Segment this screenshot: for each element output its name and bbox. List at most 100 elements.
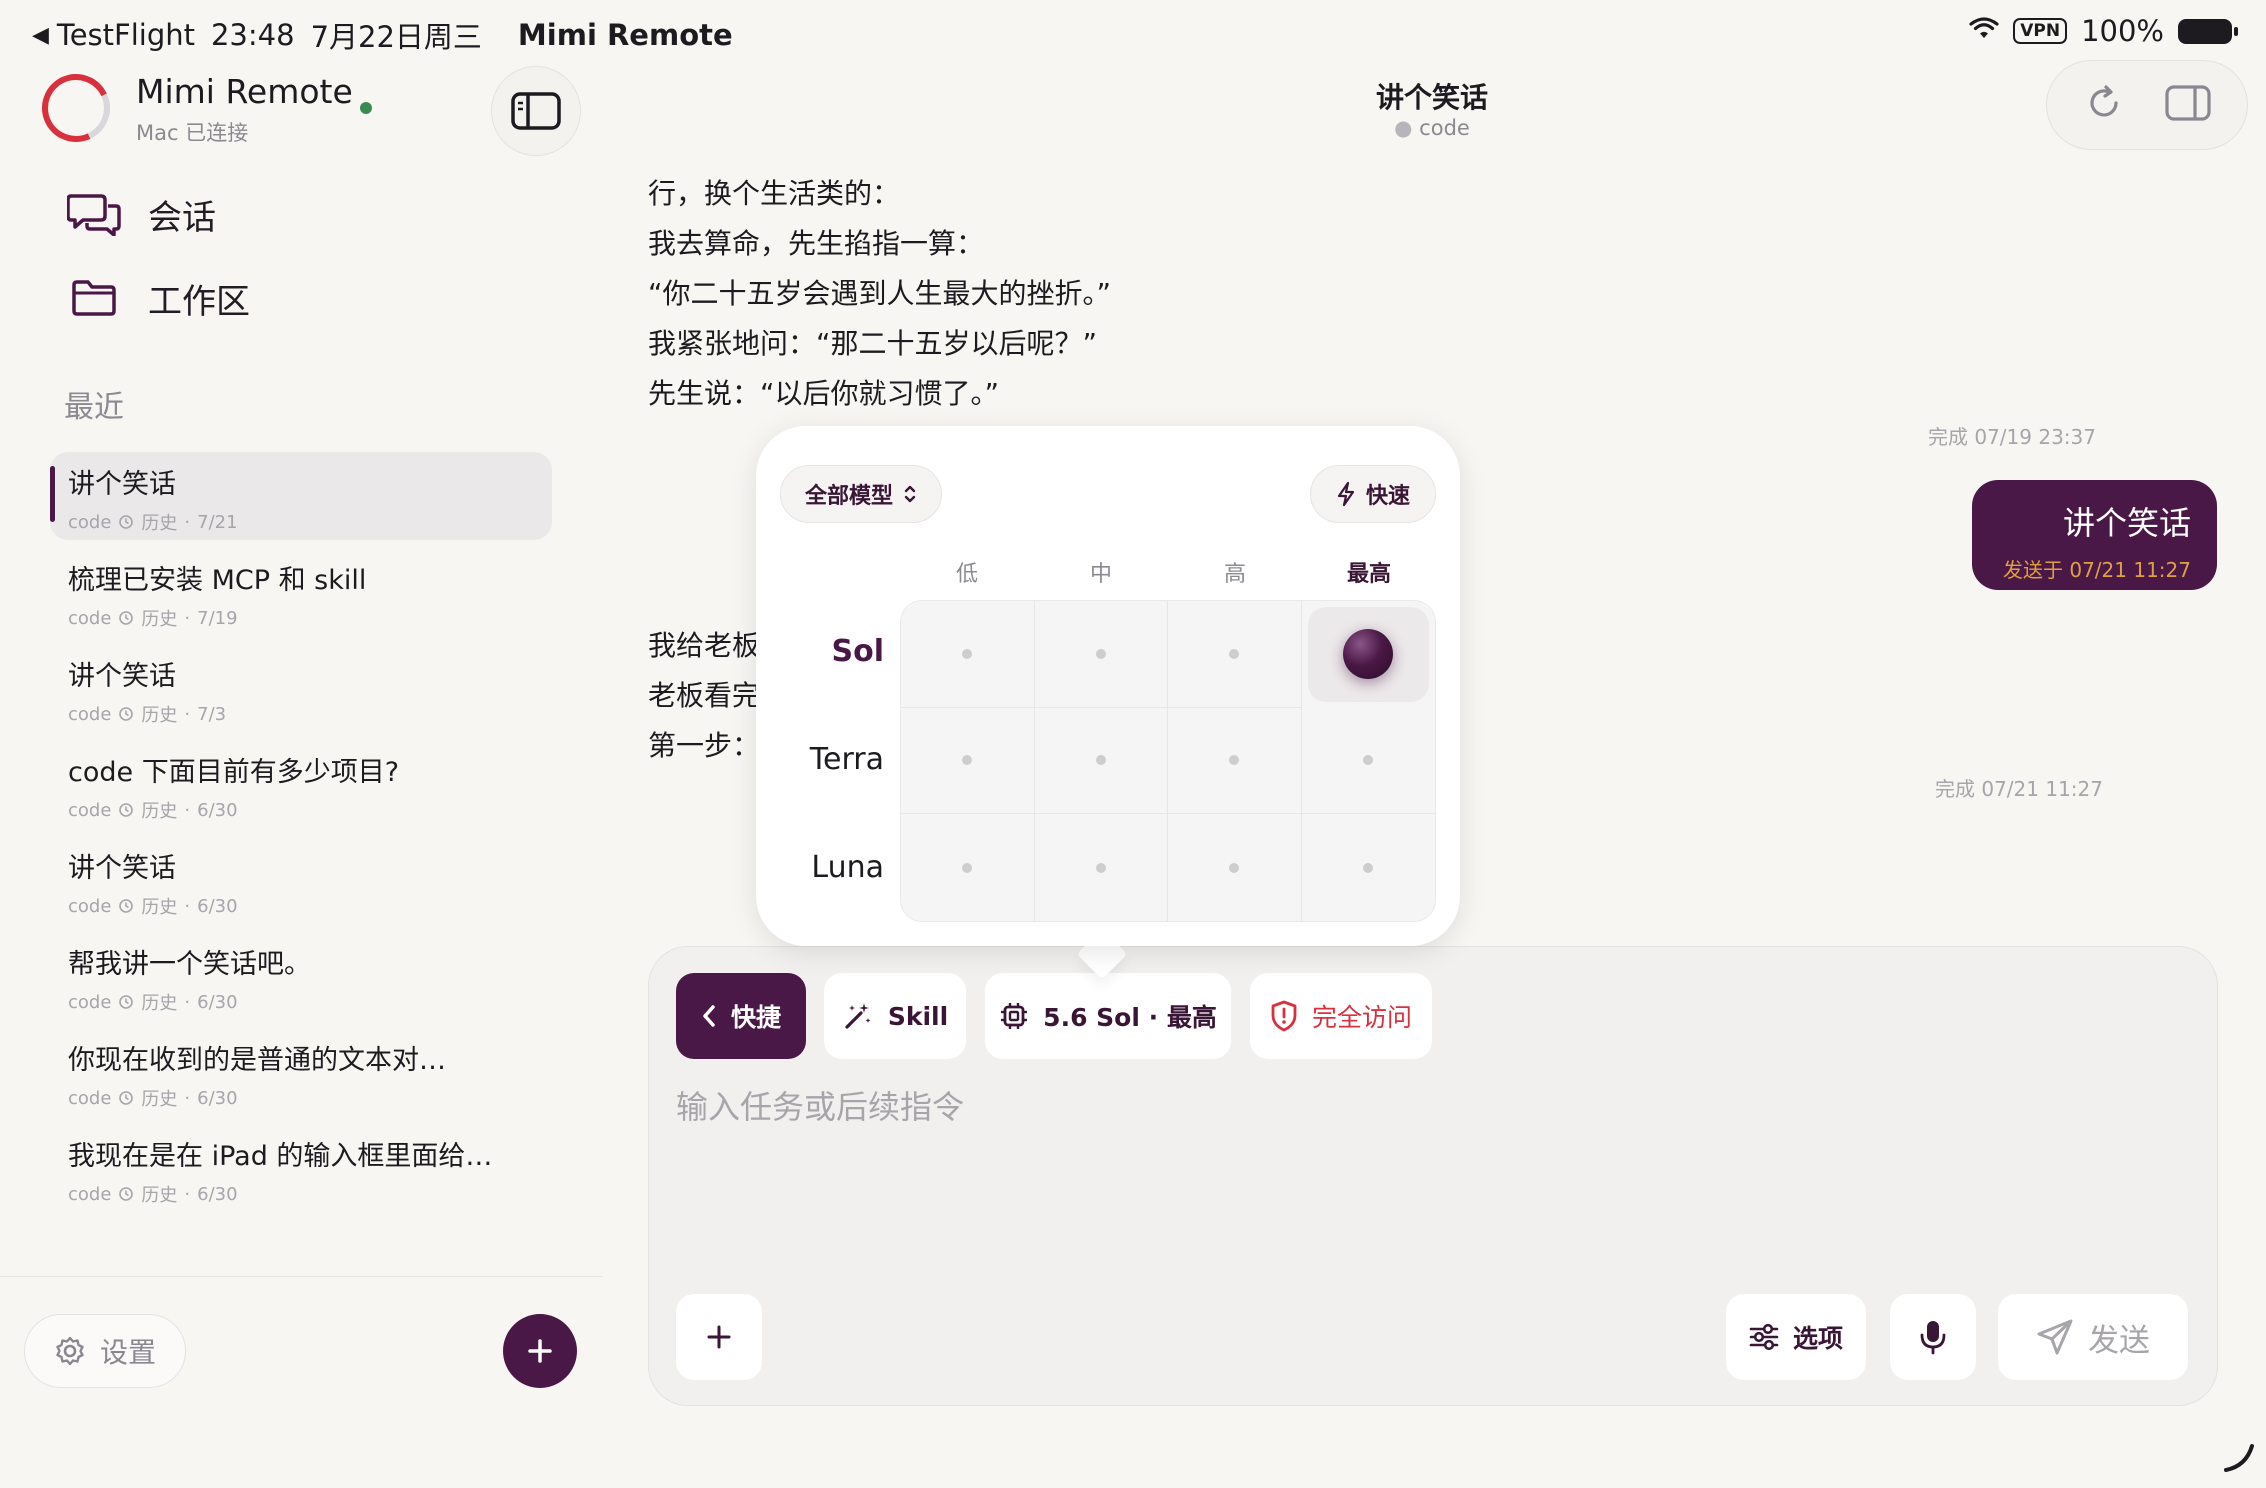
refresh-button[interactable] xyxy=(2084,83,2124,127)
grid-cell-sol-max-selected[interactable] xyxy=(1307,607,1429,702)
battery-percent: 100% xyxy=(2081,14,2164,48)
conversation-item[interactable]: 梳理已安装 MCP 和 skill code 历史 · 7/19 xyxy=(50,548,552,636)
conversation-history: 历史 xyxy=(141,1185,178,1206)
history-clock-icon xyxy=(119,1091,134,1105)
sidebar-toggle-button[interactable] xyxy=(491,66,581,156)
grid-cell-luna-high[interactable] xyxy=(1168,814,1302,921)
status-date: 7月22日周三 xyxy=(310,20,482,54)
conversation-item-active[interactable]: 讲个笑话 code 历史 · 7/21 xyxy=(50,452,552,540)
completion-timestamp: 完成 07/21 11:27 xyxy=(1935,777,2103,801)
grid-cell-luna-medium[interactable] xyxy=(1035,814,1168,921)
grid-cell-terra-high[interactable] xyxy=(1168,707,1302,815)
grid-dot xyxy=(1363,862,1374,873)
level-header-max: 最高 xyxy=(1346,562,1391,587)
meta-separator: · xyxy=(184,1087,191,1109)
meta-separator: · xyxy=(184,703,191,725)
assistant-message-line: 我去算命，先生掐指一算： xyxy=(648,227,985,260)
quick-label: 快捷 xyxy=(730,1003,781,1032)
full-access-button[interactable]: 完全访问 xyxy=(1250,973,1432,1059)
model-row-label-sol: Sol xyxy=(831,634,885,669)
conversation-meta: code 历史 · 6/30 xyxy=(68,989,534,1015)
assistant-message-line: “你二十五岁会遇到人生最大的挫折。” xyxy=(648,277,1112,310)
conversation-date: 6/30 xyxy=(197,1183,238,1205)
model-label: 5.6 Sol · 最高 xyxy=(1043,1003,1217,1032)
microphone-button[interactable] xyxy=(1890,1294,1976,1380)
header-toolbar xyxy=(2046,60,2248,150)
magic-wand-icon xyxy=(845,1003,871,1029)
model-row-label-terra: Terra xyxy=(809,742,884,777)
user-message-sent-time: 发送于 07/21 11:27 xyxy=(2003,558,2191,582)
conversation-project: code xyxy=(68,1183,112,1205)
conversation-project: code xyxy=(68,1087,112,1109)
new-conversation-button[interactable] xyxy=(503,1314,577,1388)
meta-separator: · xyxy=(184,511,191,533)
grid-cell-luna-low[interactable] xyxy=(901,814,1035,921)
inspector-panel-button[interactable] xyxy=(2164,85,2211,125)
sidebar: Mimi Remote Mac 已连接 会话 工作区 最近 讲个笑话 code 历… xyxy=(0,60,602,1488)
history-clock-icon xyxy=(119,803,134,817)
options-button[interactable]: 选项 xyxy=(1726,1294,1866,1380)
back-triangle-icon[interactable]: ◀ xyxy=(32,23,49,48)
conversation-item[interactable]: 讲个笑话 code 历史 · 6/30 xyxy=(50,836,552,924)
chevron-left-icon xyxy=(703,1005,715,1027)
plus-icon xyxy=(528,1339,552,1363)
status-time: 23:48 xyxy=(210,18,295,52)
model-filter-dropdown[interactable]: 全部模型 xyxy=(780,465,942,523)
microphone-icon xyxy=(1920,1321,1946,1355)
meta-separator: · xyxy=(184,991,191,1013)
conversation-item[interactable]: 我现在是在 iPad 的输入框里面给… code 历史 · 6/30 xyxy=(50,1124,552,1212)
grid-dot xyxy=(962,862,973,873)
conversation-history: 历史 xyxy=(141,993,178,1014)
quick-actions-button[interactable]: 快捷 xyxy=(676,973,806,1059)
history-clock-icon xyxy=(119,1187,134,1201)
fast-mode-label: 快速 xyxy=(1365,484,1410,509)
task-input[interactable]: 输入任务或后续指令 xyxy=(676,1082,964,1128)
grid-cell-terra-medium[interactable] xyxy=(1034,707,1168,815)
conversation-date: 6/30 xyxy=(197,1087,238,1109)
conversation-date: 6/30 xyxy=(197,991,238,1013)
assistant-message-line: 先生说：“以后你就习惯了。” xyxy=(648,377,1000,410)
recent-heading: 最近 xyxy=(64,390,124,425)
grid-cell-sol-high[interactable] xyxy=(1168,601,1302,708)
conversation-project: code xyxy=(68,703,112,725)
conversation-title: code 下面目前有多少项目? xyxy=(68,757,400,788)
level-header-low: 低 xyxy=(955,562,978,587)
gear-icon xyxy=(56,1336,84,1366)
send-button[interactable]: 发送 xyxy=(1998,1294,2188,1380)
model-selector-button[interactable]: 5.6 Sol · 最高 xyxy=(985,973,1231,1059)
nav-item-conversations[interactable]: 会话 xyxy=(66,184,216,244)
grid-dot xyxy=(1095,648,1106,659)
paper-plane-icon xyxy=(2037,1319,2073,1355)
conversation-item[interactable]: code 下面目前有多少项目? code 历史 · 6/30 xyxy=(50,740,552,828)
completion-timestamp: 完成 07/19 23:37 xyxy=(1928,425,2096,449)
grid-cell-luna-max[interactable] xyxy=(1302,814,1436,921)
options-label: 选项 xyxy=(1792,1324,1843,1353)
settings-button[interactable]: 设置 xyxy=(24,1314,186,1388)
conversation-item[interactable]: 讲个笑话 code 历史 · 7/3 xyxy=(50,644,552,732)
lightning-bolt-icon xyxy=(1337,481,1355,507)
grid-dot xyxy=(1363,755,1374,766)
grid-cell-terra-low[interactable] xyxy=(901,707,1035,815)
conversation-title: 帮我讲一个笑话吧。 xyxy=(68,949,311,980)
conversation-project: code xyxy=(68,511,112,533)
fast-mode-toggle[interactable]: 快速 xyxy=(1310,465,1436,523)
app-logo-ring-icon xyxy=(32,64,120,152)
model-level-grid xyxy=(900,600,1436,922)
attach-button[interactable] xyxy=(676,1294,762,1380)
conversation-item[interactable]: 你现在收到的是普通的文本对… code 历史 · 6/30 xyxy=(50,1028,552,1116)
level-header-medium: 中 xyxy=(1089,562,1112,587)
meta-separator: · xyxy=(184,1183,191,1205)
history-clock-icon xyxy=(119,995,134,1009)
conversation-item[interactable]: 帮我讲一个笑话吧。 code 历史 · 6/30 xyxy=(50,932,552,1020)
grid-cell-terra-max[interactable] xyxy=(1301,708,1435,815)
grid-cell-sol-medium[interactable] xyxy=(1034,601,1168,708)
conversation-meta: code 历史 · 7/3 xyxy=(68,701,534,727)
nav-item-workspace[interactable]: 工作区 xyxy=(66,268,250,328)
conversation-date: 6/30 xyxy=(197,799,238,821)
conversation-meta: code 历史 · 7/19 xyxy=(68,605,534,631)
skill-button[interactable]: Skill xyxy=(824,973,966,1059)
back-app-label[interactable]: TestFlight xyxy=(57,18,195,52)
conversation-date: 7/21 xyxy=(197,511,238,533)
grid-cell-sol-low[interactable] xyxy=(901,601,1035,708)
conversation-date: 6/30 xyxy=(197,895,238,917)
